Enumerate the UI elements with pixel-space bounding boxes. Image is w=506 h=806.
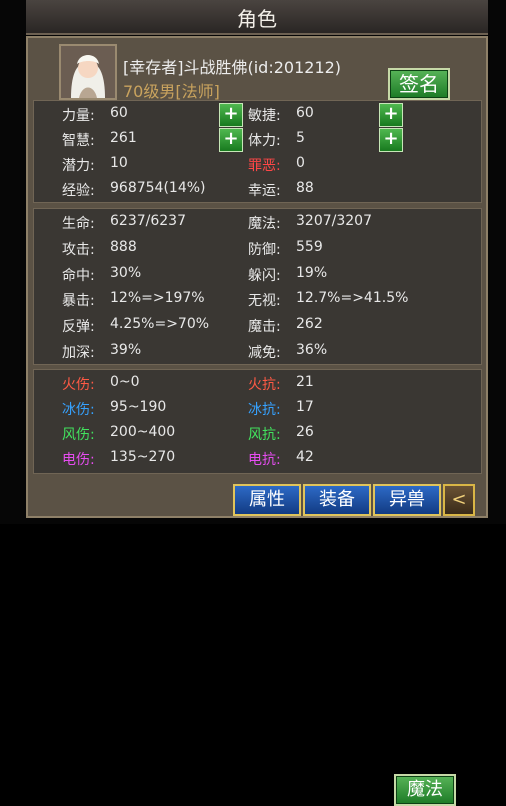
stat-label: 加深: — [62, 345, 95, 361]
stat-value: 4.25%=>70% — [110, 316, 210, 333]
stat-value: 60 — [110, 105, 128, 121]
stat-label: 攻击: — [62, 241, 95, 258]
add-stat-button[interactable]: + — [219, 103, 243, 127]
stat-value: 888 — [110, 238, 137, 255]
stat-value: 135~270 — [110, 449, 176, 465]
stat-value: 0 — [296, 155, 305, 171]
stat-value: 60 — [296, 105, 314, 121]
stat-value: 39% — [110, 342, 142, 358]
stat-label: 躲闪: — [248, 267, 281, 284]
add-stat-button[interactable]: + — [379, 128, 403, 152]
window-title: 角色 — [237, 7, 277, 31]
stat-value: 200~400 — [110, 424, 176, 440]
stat-value: 19% — [296, 264, 328, 281]
stat-label: 火抗: — [248, 377, 281, 393]
sign-button[interactable]: 签名 — [388, 68, 450, 100]
stat-label: 冰伤: — [62, 402, 95, 418]
stat-value: 30% — [110, 264, 142, 281]
stat-label: 经验: — [62, 183, 95, 199]
stat-label: 防御: — [248, 241, 281, 258]
portrait-icon — [61, 46, 115, 98]
stat-value: 0~0 — [110, 374, 140, 390]
stat-value: 12.7%=>41.5% — [296, 290, 409, 307]
tab-equipment[interactable]: 装备 — [303, 484, 371, 516]
stat-label: 魔法: — [248, 216, 281, 232]
magic-button[interactable]: 魔法 — [394, 774, 456, 806]
stat-label: 魔击: — [248, 319, 281, 336]
stat-label: 罪恶: — [248, 158, 281, 174]
stat-value: 26 — [296, 424, 314, 440]
stat-value: 6237/6237 — [110, 213, 186, 229]
stat-label: 命中: — [62, 267, 95, 284]
stat-value: 21 — [296, 374, 314, 390]
tab-attributes[interactable]: 属性 — [233, 484, 301, 516]
stat-value: 261 — [110, 130, 137, 146]
stat-label: 电伤: — [62, 452, 95, 468]
stat-label: 风抗: — [248, 427, 281, 443]
player-header: [幸存者]斗战胜佛(id:201212) 70级男[法师] 签名 — [28, 38, 486, 101]
stat-label: 智慧: — [62, 133, 95, 149]
stat-label: 暴击: — [62, 293, 95, 310]
add-stat-button[interactable]: + — [219, 128, 243, 152]
stat-value: 17 — [296, 399, 314, 415]
character-panel: [幸存者]斗战胜佛(id:201212) 70级男[法师] 签名 力量: 60 + 敏… — [26, 36, 488, 806]
tab-beast[interactable]: 异兽 — [373, 484, 441, 516]
avatar — [59, 44, 117, 100]
stat-value: 36% — [296, 342, 328, 358]
stat-value: 5 — [296, 130, 305, 146]
stat-label: 电抗: — [248, 452, 281, 468]
bottom-nav: 属性 装备 异兽 < — [28, 482, 486, 518]
stat-label: 力量: — [62, 108, 95, 124]
add-stat-button[interactable]: + — [379, 103, 403, 127]
stat-label: 无视: — [248, 293, 281, 310]
player-name: [幸存者]斗战胜佛(id:201212) — [123, 58, 342, 77]
stat-label: 敏捷: — [248, 108, 281, 124]
stat-value: 88 — [296, 180, 314, 196]
player-level-class: 70级男[法师] — [123, 82, 220, 101]
stat-label: 潜力: — [62, 158, 95, 174]
combat-stats-section: 生命: 6237/6237 魔法: 3207/3207 攻击: 888 防御: 559 命中: 3… — [33, 208, 482, 365]
stat-label: 火伤: — [62, 377, 95, 393]
stat-label: 体力: — [248, 133, 281, 149]
stat-label: 幸运: — [248, 183, 281, 199]
stat-label: 减免: — [248, 345, 281, 361]
element-stats-section: 魔法 火伤: 0~0 火抗: 21 冰伤: 95~190 冰抗: 17 风伤: 200~400 风抗… — [33, 369, 482, 806]
stat-value: 559 — [296, 238, 323, 255]
stat-value: 12%=>197% — [110, 290, 205, 307]
back-button[interactable]: < — [443, 484, 475, 516]
stat-value: 42 — [296, 449, 314, 465]
stat-value: 95~190 — [110, 399, 167, 415]
stat-value: 262 — [296, 316, 323, 333]
character-screen: 角色 [幸存者]斗战胜佛(id:201212) 70级男[法师] 签名 力量: 6… — [0, 0, 506, 806]
primary-stats-section: 力量: 60 + 敏捷: 60 + 智慧: 261 + 体力: 5 + 潜力: 10 罪恶: 0 经验: 9687… — [33, 100, 482, 203]
stat-label: 冰抗: — [248, 402, 281, 418]
stat-label: 生命: — [62, 216, 95, 232]
stat-value: 968754(14%) — [110, 180, 206, 196]
stat-value: 3207/3207 — [296, 213, 372, 229]
title-bar: 角色 — [26, 0, 488, 35]
stat-value: 10 — [110, 155, 128, 171]
stat-label: 风伤: — [62, 427, 95, 443]
stat-label: 反弹: — [62, 319, 95, 336]
